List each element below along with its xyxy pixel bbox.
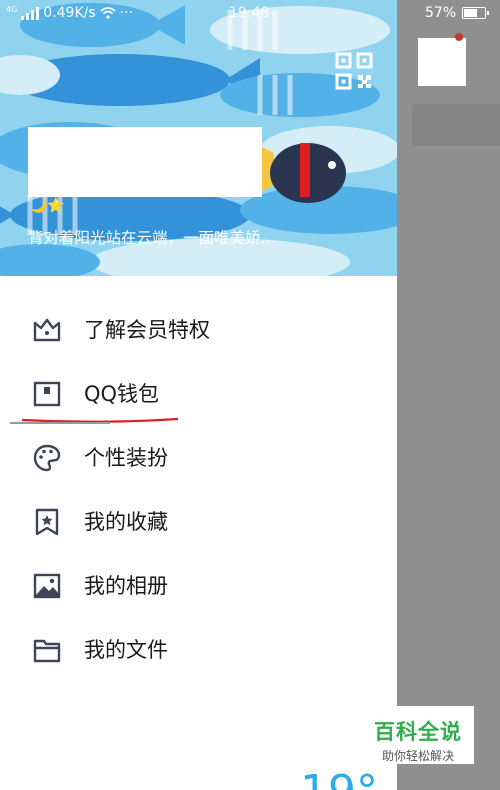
qr-code-button[interactable] <box>334 51 374 91</box>
qr-code-icon <box>335 52 373 90</box>
crown-icon <box>33 318 61 342</box>
wifi-icon <box>100 7 116 19</box>
watermark-subtitle: 助你轻松解决 <box>381 749 454 763</box>
battery-percent: 57% <box>425 5 457 21</box>
menu-item-photo-album[interactable]: 我的相册 <box>0 556 397 616</box>
personal-signature[interactable]: 背对着阳光站在云端，一面唯美娇… <box>28 226 276 248</box>
clock: 19:48 <box>229 5 270 21</box>
menu-item-favorites[interactable]: 我的收藏 <box>0 492 397 552</box>
background-screen-overlay[interactable] <box>397 0 500 790</box>
menu-item-label: 我的收藏 <box>84 510 168 534</box>
avatar[interactable] <box>418 38 466 86</box>
menu-item-label: 我的文件 <box>84 638 168 662</box>
nickname-redacted[interactable] <box>28 127 262 197</box>
battery-icon <box>462 7 490 19</box>
grey-underline-annotation <box>10 422 110 424</box>
image-icon <box>33 573 61 599</box>
palette-icon <box>33 444 61 472</box>
menu-item-personalization[interactable]: 个性装扮 <box>0 428 397 488</box>
watermark-logo: 百科全说 助你轻松解决 <box>362 706 474 764</box>
profile-header: 🌙⭐ 背对着阳光站在云端，一面唯美娇… <box>0 0 397 276</box>
level-badges: 🌙⭐ <box>30 198 65 214</box>
status-bar: 4G 0.49K/s ··· 19:48 57% <box>0 0 500 28</box>
penguin-avatar-image <box>262 143 346 203</box>
menu-item-my-files[interactable]: 我的文件 <box>0 620 397 680</box>
folder-icon <box>33 639 61 663</box>
signal-icon <box>21 6 40 20</box>
weather-temperature[interactable]: 19° <box>300 770 378 790</box>
network-speed: 0.49K/s <box>43 5 96 21</box>
menu-item-label: 我的相册 <box>84 574 168 598</box>
menu-item-label: 个性装扮 <box>84 446 168 470</box>
menu-item-vip-privileges[interactable]: 了解会员特权 <box>0 300 397 360</box>
watermark-title: 百科全说 <box>374 720 462 744</box>
menu-item-label: QQ钱包 <box>84 382 160 406</box>
notification-dot <box>455 33 463 41</box>
bookmark-star-icon <box>35 508 59 536</box>
more-notifications-icon: ··· <box>119 5 134 21</box>
wallet-icon <box>33 381 61 407</box>
search-bar[interactable] <box>412 104 500 146</box>
network-type: 4G <box>6 4 18 14</box>
menu-item-qq-wallet[interactable]: QQ钱包 <box>0 364 397 424</box>
menu-item-label: 了解会员特权 <box>84 318 210 342</box>
